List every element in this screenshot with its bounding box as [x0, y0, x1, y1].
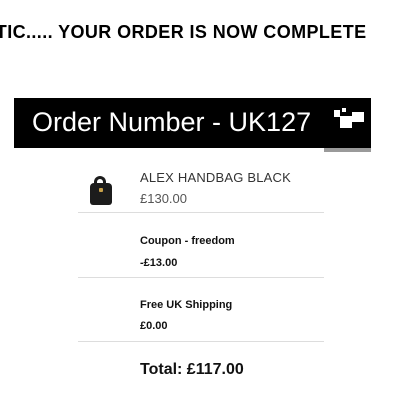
handbag-icon [88, 174, 114, 206]
order-bar-shadow [324, 148, 371, 152]
divider [78, 277, 324, 278]
order-confirmation-page: ASTIC..... YOUR ORDER IS NOW COMPLETE Or… [0, 0, 420, 420]
confirmation-banner: ASTIC..... YOUR ORDER IS NOW COMPLETE [0, 22, 367, 42]
order-number-bar: Order Number - UK127 [14, 98, 371, 148]
item-price: £130.00 [140, 191, 187, 206]
divider [78, 341, 324, 342]
order-item-row: ALEX HANDBAG BLACK £130.00 [78, 162, 324, 214]
coupon-value: -£13.00 [140, 257, 178, 269]
redaction-mark-icon [334, 108, 364, 136]
order-number-text: Order Number - UK127 [32, 107, 312, 137]
order-total: Total: £117.00 [140, 361, 244, 378]
shipping-label: Free UK Shipping [140, 299, 233, 311]
coupon-label: Coupon - freedom [140, 235, 235, 247]
divider [78, 212, 324, 213]
item-name: ALEX HANDBAG BLACK [140, 170, 291, 185]
shipping-value: £0.00 [140, 320, 168, 332]
